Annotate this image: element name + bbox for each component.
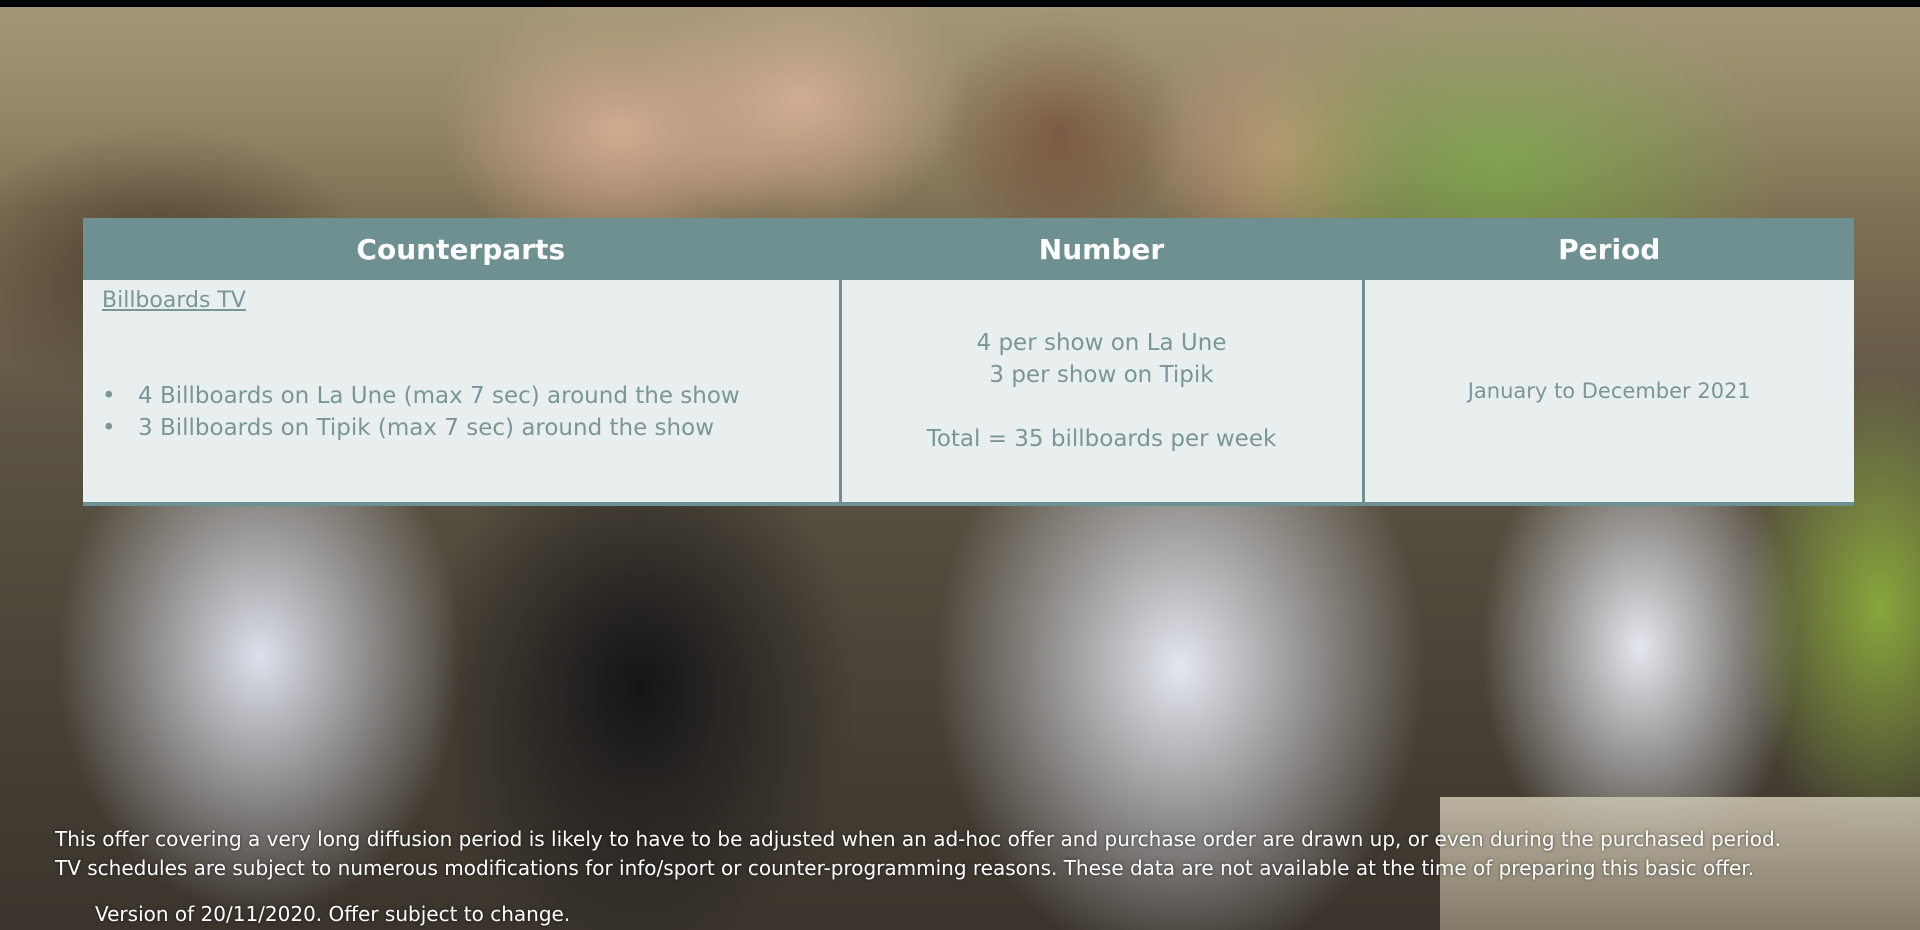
background-photo-wall (0, 7, 1920, 207)
number-total: Total = 35 billboards per week (926, 426, 1277, 452)
header-number: Number (838, 218, 1363, 280)
cell-counterparts: Billboards TV 4 Billboards on La Une (ma… (83, 280, 840, 506)
slide: Counterparts Number Period Billboards TV… (0, 7, 1920, 930)
cell-period: January to December 2021 (1361, 280, 1854, 506)
list-item: 3 Billboards on Tipik (max 7 sec) around… (102, 412, 740, 444)
offer-table: Counterparts Number Period Billboards TV… (83, 218, 1854, 506)
footer-line-2: TV schedules are subject to numerous mod… (55, 856, 1755, 880)
number-line-la-une: 4 per show on La Une (976, 330, 1227, 356)
version-note: Version of 20/11/2020. Offer subject to … (95, 902, 571, 926)
counterparts-list: 4 Billboards on La Une (max 7 sec) aroun… (102, 380, 740, 444)
number-spacer (842, 391, 1362, 423)
header-period: Period (1361, 218, 1854, 280)
cell-number: 4 per show on La Une 3 per show on Tipik… (838, 280, 1363, 506)
table-row: Billboards TV 4 Billboards on La Une (ma… (83, 280, 1854, 506)
period-value: January to December 2021 (1467, 379, 1751, 403)
footer-disclaimer: This offer covering a very long diffusio… (55, 825, 1781, 883)
counterparts-title: Billboards TV (102, 288, 246, 313)
header-counterparts: Counterparts (83, 218, 840, 280)
list-item: 4 Billboards on La Une (max 7 sec) aroun… (102, 380, 740, 412)
table-header-row: Counterparts Number Period (83, 218, 1854, 280)
number-line-tipik: 3 per show on Tipik (989, 362, 1214, 388)
footer-line-1: This offer covering a very long diffusio… (55, 827, 1782, 851)
